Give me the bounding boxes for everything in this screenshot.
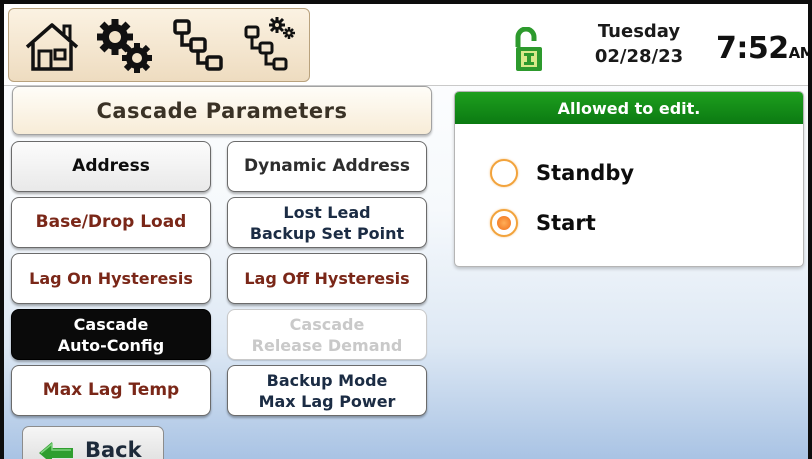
network-settings-icon[interactable] bbox=[243, 17, 299, 75]
backup-mode-label-line2: Max Lag Power bbox=[258, 391, 396, 411]
cascade-release-label-line1: Cascade bbox=[289, 314, 365, 334]
base-drop-load-label: Base/Drop Load bbox=[35, 212, 187, 232]
network-icon[interactable] bbox=[171, 17, 227, 75]
cascade-release-demand-button[interactable]: Cascade Release Demand bbox=[227, 309, 427, 360]
base-drop-load-button[interactable]: Base/Drop Load bbox=[11, 197, 211, 248]
lost-lead-label-line1: Lost Lead bbox=[283, 202, 371, 222]
cascade-release-label-line2: Release Demand bbox=[251, 335, 403, 355]
unlocked-padlock-icon[interactable] bbox=[512, 26, 546, 77]
dynamic-address-label: Dynamic Address bbox=[244, 156, 410, 176]
back-label: Back bbox=[85, 438, 142, 459]
lag-off-hysteresis-label: Lag Off Hysteresis bbox=[244, 269, 410, 288]
standby-option[interactable]: Standby bbox=[490, 153, 634, 193]
nav-icon-strip bbox=[8, 8, 310, 82]
back-arrow-icon bbox=[39, 442, 75, 459]
address-label: Address bbox=[72, 156, 150, 176]
lost-lead-backup-set-point-button[interactable]: Lost Lead Backup Set Point bbox=[227, 197, 427, 248]
cascade-auto-label-line1: Cascade bbox=[73, 314, 149, 334]
current-time: 7:52AM bbox=[716, 31, 808, 66]
max-lag-temp-button[interactable]: Max Lag Temp bbox=[11, 365, 211, 416]
back-button[interactable]: Back bbox=[22, 426, 164, 459]
backup-mode-label-line1: Backup Mode bbox=[266, 370, 388, 390]
address-button[interactable]: Address bbox=[11, 141, 211, 192]
start-label: Start bbox=[536, 211, 596, 235]
standby-radio[interactable] bbox=[490, 159, 518, 187]
start-option[interactable]: Start bbox=[490, 203, 596, 243]
page-title: Cascade Parameters bbox=[12, 86, 432, 135]
lag-off-hysteresis-button[interactable]: Lag Off Hysteresis bbox=[227, 253, 427, 304]
current-day: Tuesday bbox=[597, 21, 681, 42]
lag-on-hysteresis-button[interactable]: Lag On Hysteresis bbox=[11, 253, 211, 304]
time-ampm: AM bbox=[788, 44, 808, 62]
start-radio[interactable] bbox=[490, 209, 518, 237]
cascade-auto-config-button[interactable]: Cascade Auto-Config bbox=[11, 309, 211, 360]
backup-mode-max-lag-power-button[interactable]: Backup Mode Max Lag Power bbox=[227, 365, 427, 416]
home-icon[interactable] bbox=[23, 17, 81, 75]
lost-lead-label-line2: Backup Set Point bbox=[249, 223, 405, 243]
cascade-auto-label-line2: Auto-Config bbox=[57, 335, 165, 355]
edit-panel: Allowed to edit. Standby Start bbox=[454, 91, 804, 267]
max-lag-temp-label: Max Lag Temp bbox=[42, 380, 180, 400]
standby-label: Standby bbox=[536, 161, 635, 185]
lag-on-hysteresis-label: Lag On Hysteresis bbox=[29, 269, 193, 288]
current-date: 02/28/23 bbox=[594, 46, 684, 67]
settings-gears-icon[interactable] bbox=[93, 17, 155, 75]
time-value: 7:52 bbox=[716, 31, 789, 66]
dynamic-address-button[interactable]: Dynamic Address bbox=[227, 141, 427, 192]
screen: Tuesday 02/28/23 7:52AM Cascade Paramete… bbox=[4, 4, 808, 459]
edit-status-banner: Allowed to edit. bbox=[455, 92, 803, 124]
top-bar: Tuesday 02/28/23 7:52AM bbox=[4, 4, 808, 86]
